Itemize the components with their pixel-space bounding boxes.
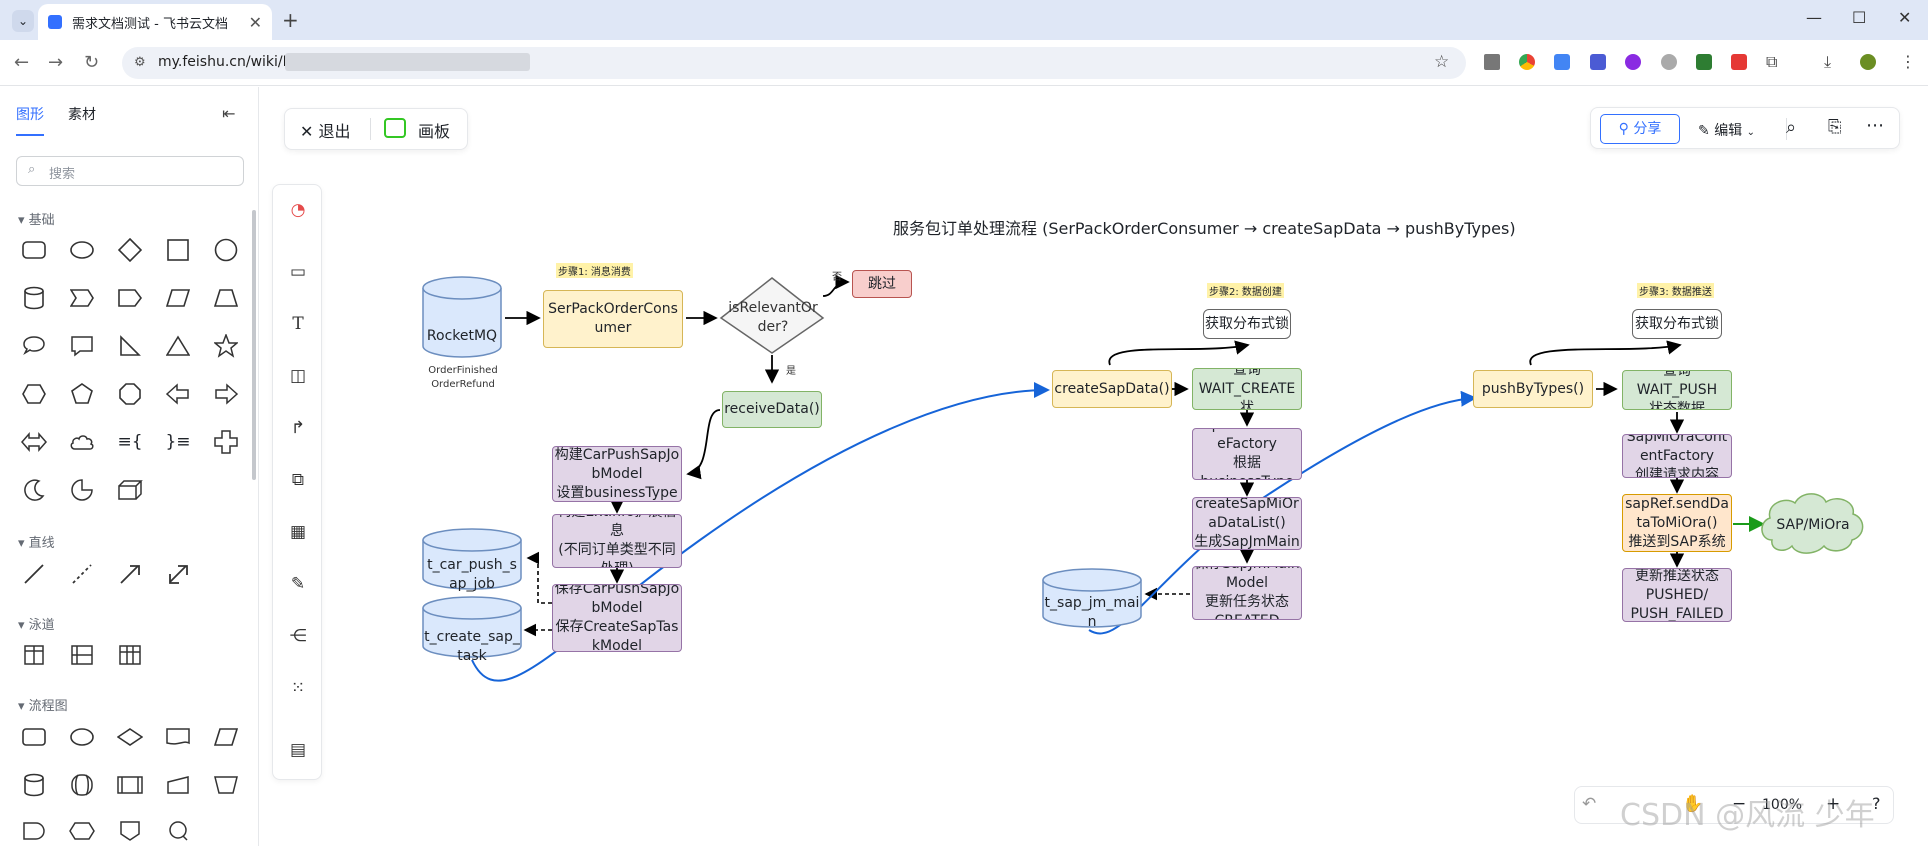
share-button[interactable]: ⚲ 分享 (1600, 114, 1680, 144)
build-extinfo-node[interactable]: 构建ExtInfo扩展信息 (不同订单类型不同处理) (552, 514, 682, 568)
shapes-palette-icon[interactable]: ◔ (287, 200, 309, 222)
create-task-db-label: t_create_sap_task (424, 629, 520, 664)
sap-cloud-label: SAP/MiOra (1776, 516, 1850, 533)
undo-icon[interactable]: ↶ (1582, 794, 1596, 814)
content-factory-node[interactable]: SapMiOraContentFactory 创建请求内容 (1622, 434, 1732, 478)
exit-button[interactable]: ✕ 退出 (300, 118, 351, 142)
save-model-node[interactable]: 保存CarPushSapJobModel 保存CreateSapTaskMode… (552, 584, 682, 652)
board-icon (384, 118, 406, 138)
sticky-note-icon[interactable]: ◫ (287, 366, 309, 388)
build-model-node[interactable]: 构建CarPushSapJobModel 设置businessType (552, 446, 682, 502)
rocketmq-note: OrderFinished OrderRefund (428, 365, 498, 390)
board-label[interactable]: 画板 (418, 118, 450, 142)
step2-label: 步骤2: 数据创建 (1207, 283, 1284, 298)
step1-label: 步骤1: 消息消费 (556, 263, 633, 278)
search-icon[interactable]: ⌕ (1786, 117, 1796, 138)
edit-mode-dropdown[interactable]: ✎ 编辑 ⌄ (1698, 120, 1755, 140)
doc-info-icon[interactable]: ⎘ (1828, 117, 1842, 137)
exit-label: 退出 (318, 122, 351, 141)
csdn-watermark: CSDN @风流 少年 (1620, 798, 1875, 833)
table-tool-icon[interactable]: ▦ (287, 522, 309, 544)
frame-tool-icon[interactable]: ⧉ (287, 470, 309, 492)
mindmap-tool-icon[interactable]: ⋲ (287, 626, 309, 648)
lock-node-1[interactable]: 获取分布式锁 (1203, 309, 1291, 339)
push-job-db-label: t_car_push_sap_job (427, 557, 517, 592)
share-label: 分享 (1633, 121, 1662, 137)
step3-label: 步骤3: 数据推送 (1637, 283, 1714, 298)
more-tools-icon[interactable]: ⁙ (287, 678, 309, 700)
comment-tool-icon[interactable]: ▤ (287, 740, 309, 762)
text-tool-icon[interactable]: T (287, 314, 309, 336)
create-sap-data-node[interactable]: createSapData() (1052, 370, 1172, 408)
edit-label: 编辑 (1714, 123, 1743, 139)
consumer-node[interactable]: SerPackOrderConsumer (543, 290, 683, 348)
diagram-title: 服务包订单处理流程 (SerPackOrderConsumer → create… (893, 219, 1516, 238)
receive-data-node[interactable]: receiveData() (722, 391, 822, 428)
lock-node-2[interactable]: 获取分布式锁 (1632, 309, 1722, 339)
pen-icon: ✎ (1698, 123, 1715, 139)
create-list-node[interactable]: createSapMiOraDataList() 生成SapJmMain (1192, 497, 1302, 550)
no-label: 否 (832, 272, 842, 283)
decision-label: isRelevantOrder? (728, 300, 818, 335)
query-wait-create-node[interactable]: 查询 WAIT_CREATE状 (1192, 368, 1302, 410)
save-main-node[interactable]: 保存SapJmMain Model 更新任务状态 CREATED (1192, 566, 1302, 620)
rectangle-tool-icon[interactable]: ▭ (287, 262, 309, 284)
sap-main-db-label: t_sap_jm_main (1044, 595, 1140, 630)
close-icon: ✕ (300, 122, 319, 141)
create-factory-node[interactable]: SapMiOraCreateFactory 根据 businessType (1192, 428, 1302, 480)
push-by-types-node[interactable]: pushByTypes() (1473, 370, 1593, 408)
more-icon[interactable]: ⋯ (1866, 115, 1884, 136)
link-icon: ⚲ (1618, 121, 1634, 137)
toolbar-divider (370, 118, 371, 140)
query-wait-push-node[interactable]: 查询WAIT_PUSH 状态数据 (1622, 370, 1732, 410)
update-status-node[interactable]: 更新推送状态 PUSHED/ PUSH_FAILED (1622, 568, 1732, 622)
chevron-down-icon: ⌄ (1746, 127, 1756, 138)
skip-node[interactable]: 跳过 (852, 270, 912, 298)
pen-tool-icon[interactable]: ✎ (287, 574, 309, 596)
yes-label: 是 (786, 366, 796, 377)
rocketmq-label: RocketMQ (426, 328, 498, 344)
connector-tool-icon[interactable]: ↱ (287, 418, 309, 440)
send-to-miora-node[interactable]: sapRef.sendDataToMiOra() 推送到SAP系统 (1622, 494, 1732, 552)
